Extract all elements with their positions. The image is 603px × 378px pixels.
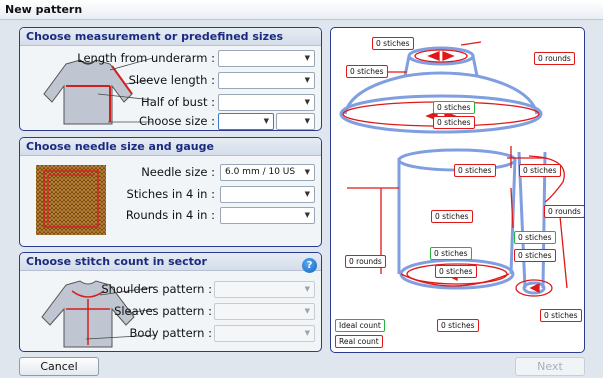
needle-panel: Choose needle size and gauge Needle size… — [19, 137, 322, 247]
body-label: Body pattern : — [129, 326, 212, 340]
legend-real: Real count — [335, 335, 383, 348]
chevron-down-icon: ▼ — [263, 117, 269, 125]
size-label: Choose size : — [139, 114, 215, 128]
stitches-select[interactable]: ▼ — [220, 186, 315, 203]
chevron-down-icon: ▼ — [304, 285, 310, 293]
size-select[interactable]: ▼ — [218, 113, 274, 130]
rounds-select[interactable]: ▼ — [220, 207, 315, 224]
size-row: Choose size : ▼ ▼ — [20, 113, 321, 130]
bust-select[interactable]: ▼ — [218, 94, 315, 111]
legend-ideal: Ideal count — [335, 319, 385, 332]
sleeve-select[interactable]: ▼ — [218, 72, 315, 89]
yoke-real-tag: 0 stiches — [433, 116, 475, 129]
chevron-down-icon: ▼ — [304, 76, 310, 84]
chevron-down-icon: ▼ — [304, 168, 310, 176]
window-title: New pattern — [0, 0, 603, 20]
stitch-heading: Choose stitch count in sector — [20, 253, 321, 271]
sleeves-label: Sleaves pattern : — [114, 304, 212, 318]
needle-label: Needle size : — [141, 165, 215, 179]
sleeve-ideal-tag: 0 stiches — [514, 231, 556, 244]
body-select[interactable]: ▼ — [214, 325, 315, 342]
chevron-down-icon: ▼ — [304, 54, 310, 62]
chevron-down-icon: ▼ — [304, 211, 310, 219]
shoulders-label: Shoulders pattern : — [101, 282, 212, 296]
measurement-panel: Choose measurement or predefined sizes L… — [19, 27, 322, 131]
rounds-label: Rounds in 4 in : — [125, 208, 215, 222]
length-select[interactable]: ▼ — [218, 50, 315, 67]
needle-row: Needle size : 6.0 mm / 10 US ▼ — [20, 164, 321, 181]
rounds-row: Rounds in 4 in : ▼ — [20, 207, 321, 224]
size-variant-select[interactable]: ▼ — [276, 113, 315, 130]
body-rounds-tag: 0 rounds — [345, 255, 386, 268]
sleeve-real-tag: 0 stiches — [514, 249, 556, 262]
shoulders-select[interactable]: ▼ — [214, 281, 315, 298]
body-bottom-stiches-tag: 0 stiches — [437, 319, 479, 332]
sleeve-row: Sleeve length : ▼ — [20, 72, 321, 89]
top-stiches-tag: 0 stiches — [372, 37, 414, 50]
sleeve-rounds-tag: 0 rounds — [544, 205, 584, 218]
neck-rounds-tag: 0 rounds — [534, 52, 575, 65]
new-pattern-window: New pattern Choose measurement or predef… — [0, 0, 603, 378]
next-button[interactable]: Next — [515, 357, 585, 376]
needle-heading: Choose needle size and gauge — [20, 138, 321, 156]
chevron-down-icon: ▼ — [304, 117, 310, 125]
neck-stiches-tag: 0 stiches — [346, 65, 388, 78]
stitch-panel: Choose stitch count in sector ? Shoulder… — [19, 252, 322, 352]
cancel-button[interactable]: Cancel — [19, 357, 99, 376]
yoke-ideal-tag: 0 stiches — [433, 101, 475, 114]
chevron-down-icon: ▼ — [304, 190, 310, 198]
length-row: Length from underarm : ▼ — [20, 50, 321, 67]
chevron-down-icon: ▼ — [304, 307, 310, 315]
body-real-tag: 0 stiches — [435, 265, 477, 278]
body-row: Body pattern : ▼ — [20, 325, 321, 342]
sleeve-label: Sleeve length : — [128, 73, 215, 87]
cuff-stiches-tag: 0 stiches — [540, 309, 582, 322]
sleeve-top-stiches-tag: 0 stiches — [519, 164, 561, 177]
chevron-down-icon: ▼ — [304, 98, 310, 106]
body-top-stiches-tag: 0 stiches — [454, 164, 496, 177]
chevron-down-icon: ▼ — [304, 329, 310, 337]
sleeves-select[interactable]: ▼ — [214, 303, 315, 320]
measurement-heading: Choose measurement or predefined sizes — [20, 28, 321, 46]
help-icon[interactable]: ? — [302, 258, 317, 273]
body-stiches-tag: 0 stiches — [431, 210, 473, 223]
body-ideal-tag: 0 stiches — [430, 247, 472, 260]
needle-value: 6.0 mm / 10 US — [225, 167, 296, 177]
shoulders-row: Shoulders pattern : ▼ — [20, 281, 321, 298]
bust-label: Half of bust : — [141, 95, 215, 109]
sweater-diagram: 0 stiches 0 stiches 0 rounds 0 stiches 0… — [330, 27, 585, 353]
bust-row: Half of bust : ▼ — [20, 94, 321, 111]
stitches-row: Stiches in 4 in : ▼ — [20, 186, 321, 203]
needle-select[interactable]: 6.0 mm / 10 US ▼ — [220, 164, 315, 181]
stitches-label: Stiches in 4 in : — [126, 187, 215, 201]
length-label: Length from underarm : — [77, 51, 215, 65]
sleeves-row: Sleaves pattern : ▼ — [20, 303, 321, 320]
